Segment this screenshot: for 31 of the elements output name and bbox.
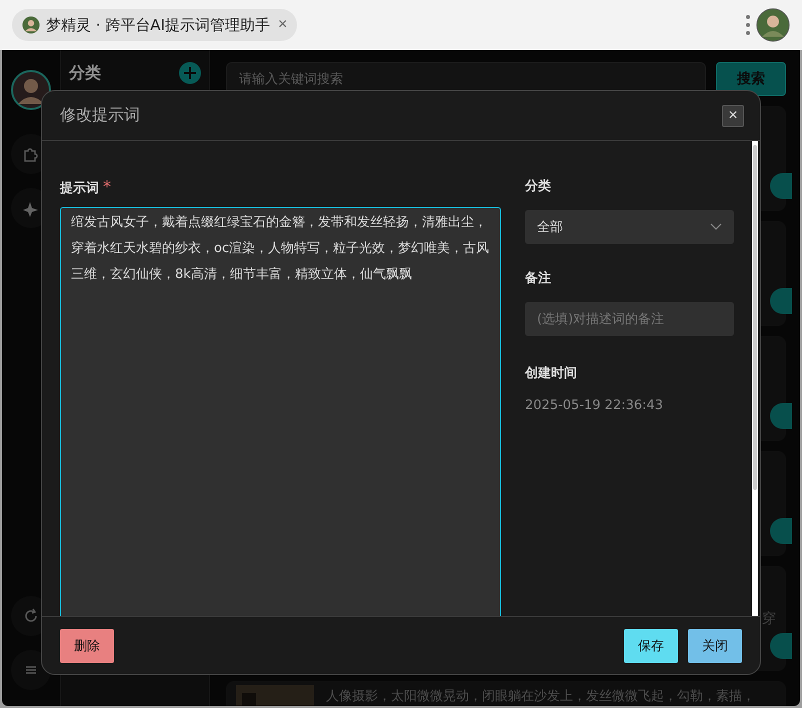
category-dropdown[interactable]: 全部 (525, 210, 734, 244)
avatar-icon (22, 16, 40, 34)
chevron-icon (710, 223, 722, 231)
dialog-button[interactable]: 关闭 (688, 628, 742, 662)
field-label: 分类 (525, 178, 552, 195)
more-icon[interactable] (746, 14, 750, 36)
prompt-field[interactable]: 绾发古风女子，戴着点缀红绿宝石的金簪，发带和发丝轻扬，清雅出尘，穿着水红天水碧的纱衣，oc渲染，人物特写，粒子光效，梦幻唯美，古风三维，玄幻仙侠，8k高清，细节丰富，精致立体，仙气飘飘 (60, 207, 501, 616)
close-button[interactable]: × (722, 104, 744, 126)
dialog-button[interactable]: 保存 (624, 628, 678, 662)
required-mark: * (103, 177, 111, 196)
card-action-button[interactable] (770, 518, 792, 544)
scrollbar[interactable] (752, 141, 758, 616)
sidebar-title: 分类 (69, 62, 101, 84)
card-text: 人像摄影，太阳微微晃动，闭眼躺在沙发上，发丝微微飞起，勾勒，素描， (326, 688, 755, 706)
created-time: 2025-05-19 22:36:43 (525, 398, 664, 413)
close-tab-button[interactable]: × (276, 16, 290, 34)
card-action-button[interactable] (770, 633, 792, 659)
avatar-icon[interactable] (756, 8, 790, 42)
note-field[interactable]: (选填)对描述词的备注 (525, 302, 734, 336)
field-label: 备注 (525, 270, 552, 287)
field-label: 提示词 (60, 181, 99, 196)
tab-title: 梦精灵 · 跨平台AI提示词管理助手 (46, 16, 270, 34)
add-category-button[interactable] (179, 62, 201, 84)
plus-icon (183, 66, 197, 80)
card-action-button[interactable] (770, 288, 792, 314)
field-label: 创建时间 (525, 365, 578, 382)
browser-tab[interactable]: 梦精灵 · 跨平台AI提示词管理助手 × (12, 9, 298, 41)
card-action-button[interactable] (770, 403, 792, 429)
dialog-button[interactable]: 删除 (60, 628, 114, 662)
card-action-button[interactable] (770, 173, 792, 199)
dialog-title: 修改提示词 (60, 105, 140, 126)
